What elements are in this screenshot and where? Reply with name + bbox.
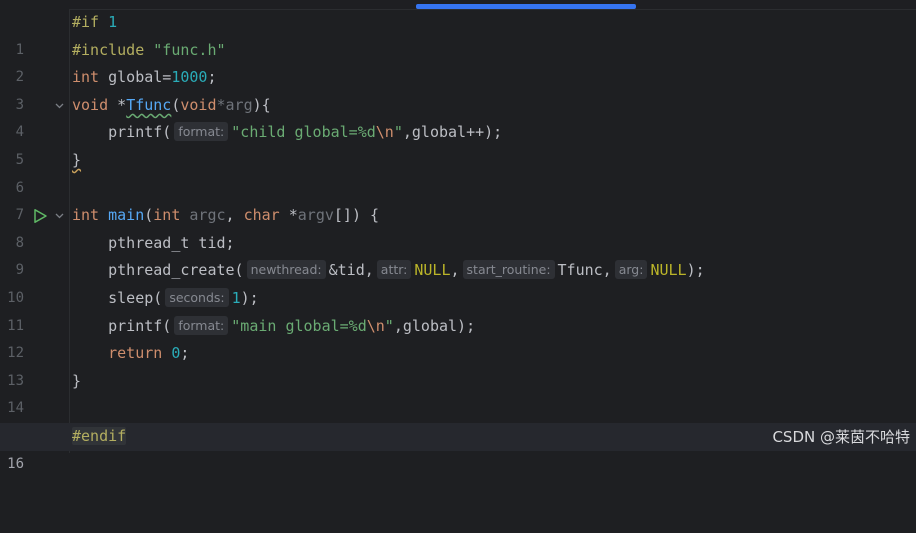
run-gutter-icon[interactable]: [32, 202, 48, 230]
code-text: #endif: [72, 423, 127, 451]
keyword: int: [153, 206, 181, 225]
code-line: 14 }: [0, 368, 916, 417]
parameter-hint: format:: [174, 122, 229, 142]
line-number: 16: [7, 455, 24, 472]
function-name[interactable]: main: [108, 206, 144, 224]
punctuation: ){: [252, 95, 271, 114]
code-line: 3 int global=1000;: [0, 64, 916, 113]
punctuation: ;: [180, 344, 190, 363]
code-line: 4 void *Tfunc(void*arg){: [0, 92, 916, 141]
code-text: #if 1: [72, 9, 117, 37]
closing-brace: }: [72, 371, 82, 390]
parameter-hint: format:: [174, 315, 229, 335]
punctuation: *: [279, 206, 298, 225]
parameter: *arg: [216, 95, 253, 114]
code-line: 9 pthread_t tid;: [0, 230, 916, 279]
keyword: int: [72, 68, 100, 87]
code-line: 11 sleep(seconds: 1);: [0, 285, 916, 334]
function-call: pthread_create(: [108, 261, 244, 280]
code-text: int main(int argc, char *argv[]) {: [72, 202, 379, 230]
code-line: 13 return 0;: [0, 340, 916, 389]
preprocessor-directive: #endif: [72, 426, 127, 445]
string-literal: ": [384, 316, 394, 335]
code-line: 15: [0, 395, 916, 445]
keyword: return: [108, 344, 163, 363]
punctuation: ;: [207, 68, 217, 87]
code-line: 12 printf(format: "main global=%d\n",glob…: [0, 313, 916, 361]
parameter-hint: arg:: [614, 260, 648, 280]
keyword: void: [180, 95, 217, 114]
code-text: int global=1000;: [72, 64, 217, 92]
number-literal: 1: [231, 288, 241, 307]
code-text: }: [72, 368, 81, 396]
punctuation: ,: [225, 206, 244, 225]
code-line: 10 pthread_create(newthread: &tid, attr: NU…: [0, 257, 916, 306]
escape-sequence: \n: [375, 123, 394, 142]
punctuation: );: [240, 288, 259, 307]
code-fragment: ,global++);: [402, 123, 503, 142]
code-fragment: &tid,: [328, 261, 374, 280]
code-text: printf(format: "main global=%d\n",global)…: [72, 313, 475, 341]
punctuation: (: [144, 206, 154, 225]
string-literal: "main global=%d: [231, 316, 367, 335]
punctuation: ,: [450, 261, 460, 280]
code-text: void *Tfunc(void*arg){: [72, 92, 271, 120]
preprocessor-directive: #include: [72, 40, 145, 59]
code-line: 2 #include "func.h": [0, 37, 916, 86]
string-literal: "child global=%d: [231, 123, 376, 142]
punctuation: []) {: [333, 206, 380, 225]
parameter-hint: newthread:: [246, 260, 326, 280]
function-name[interactable]: Tfunc: [126, 96, 171, 114]
code-fragment: ,global);: [393, 316, 476, 335]
code-line: 6 }: [0, 147, 916, 196]
code-text: pthread_create(newthread: &tid, attr: NULL,…: [72, 257, 705, 285]
code-text: #include "func.h": [72, 37, 226, 65]
code-text: printf(format: "child global=%d\n",global…: [72, 119, 502, 147]
code-editor[interactable]: 1 #if 1 2 #include "func.h" 3 int global…: [0, 9, 916, 472]
include-path[interactable]: "func.h": [153, 41, 225, 59]
parameter-hint: attr:: [376, 260, 412, 280]
parameter: argc: [189, 206, 226, 225]
string-literal: ": [393, 123, 403, 142]
closing-brace: }: [72, 150, 82, 169]
parameter: argv: [297, 206, 334, 225]
function-call: printf(: [108, 123, 172, 142]
function-call: printf(: [108, 316, 172, 335]
fold-arrow-icon[interactable]: [54, 92, 65, 120]
number-literal: 1: [108, 13, 118, 31]
punctuation: *: [117, 95, 127, 114]
keyword: char: [243, 206, 280, 225]
keyword: void: [72, 95, 109, 114]
watermark-text: CSDN @莱茵不哈特: [772, 428, 910, 446]
fold-arrow-icon[interactable]: [54, 202, 65, 230]
function-call: sleep(: [108, 288, 163, 307]
escape-sequence: \n: [366, 316, 385, 335]
parameter-hint: start_routine:: [462, 260, 555, 280]
parameter-hint: seconds:: [165, 287, 229, 307]
code-line: 5 printf(format: "child global=%d\n",glob…: [0, 119, 916, 168]
number-literal: 1000: [171, 68, 208, 87]
keyword: int: [72, 206, 100, 225]
code-fragment: pthread_t tid;: [108, 233, 235, 252]
code-text: pthread_t tid;: [72, 230, 235, 258]
code-line: 8 int main(int argc, char *argv[]) {: [0, 202, 916, 251]
code-text: sleep(seconds: 1);: [72, 285, 259, 313]
code-line: 7: [0, 175, 916, 223]
preprocessor-directive: #if: [72, 13, 100, 31]
code-text: return 0;: [72, 340, 189, 368]
code-fragment: Tfunc,: [557, 261, 612, 280]
punctuation: );: [686, 261, 705, 280]
macro-constant: NULL: [650, 261, 687, 280]
code-text: }: [72, 147, 81, 175]
identifier: global=: [108, 68, 172, 87]
macro-constant: NULL: [414, 261, 451, 280]
code-line: 1 #if 1: [0, 9, 916, 58]
